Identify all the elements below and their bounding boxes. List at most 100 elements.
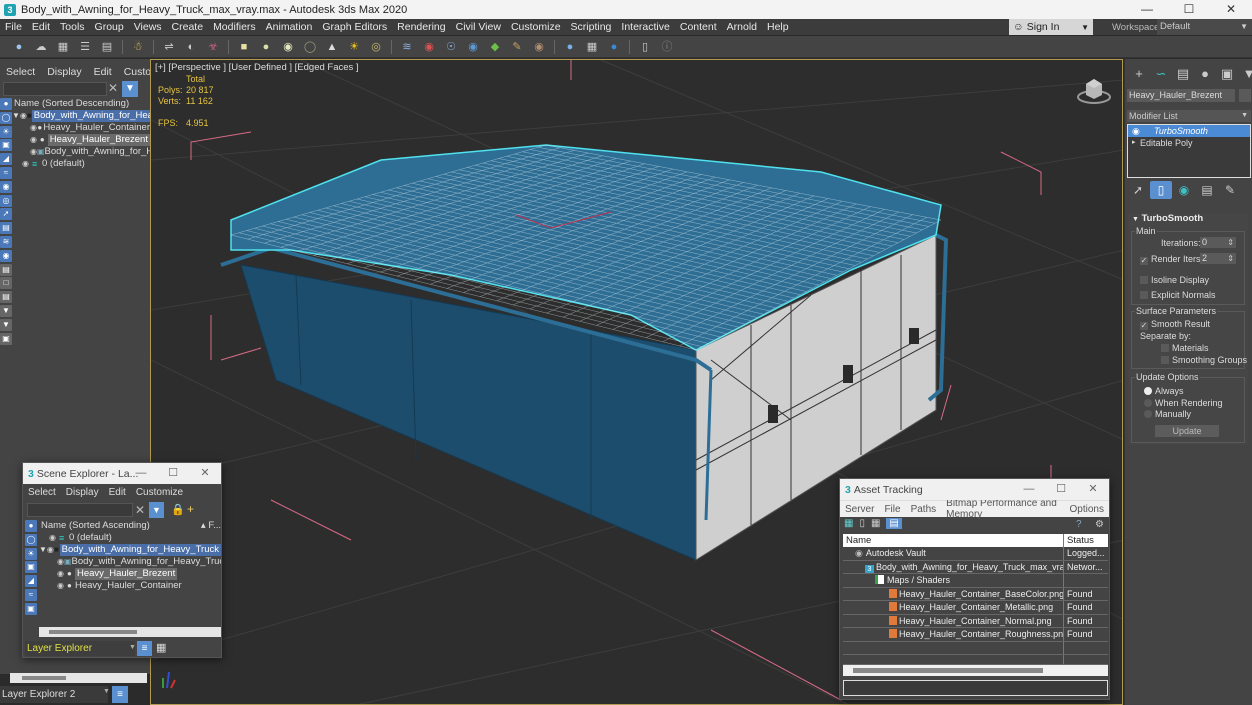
curve-editor-icon[interactable]: ≋	[399, 40, 415, 54]
menu-rendering[interactable]: Rendering	[392, 21, 450, 33]
asset-tracking-titlebar[interactable]: 3 Asset Tracking — ☐ ✕	[840, 479, 1109, 500]
groups-filter-icon[interactable]: ◉	[0, 180, 12, 193]
display-all-icon[interactable]: ▤	[0, 263, 12, 276]
eye-icon[interactable]: ◉	[57, 556, 64, 568]
viewcube-icon[interactable]	[1076, 76, 1112, 106]
smooth-result-checkbox[interactable]: ✓ Smooth Result	[1140, 319, 1210, 330]
scrollbar-thumb[interactable]	[853, 668, 1043, 673]
menu-file[interactable]: File	[0, 21, 27, 33]
modify-icon[interactable]: ∽	[1150, 66, 1172, 82]
menu-interactive[interactable]: Interactive	[616, 21, 674, 33]
sign-in-dropdown[interactable]: ☺ Sign In ▼	[1009, 19, 1093, 35]
render-iters-checkbox[interactable]: ✓ Render Iters:	[1140, 254, 1203, 265]
tree-header[interactable]: Name (Sorted Ascending) ▴ F...	[39, 520, 221, 532]
minimize-button[interactable]: —	[1126, 0, 1168, 19]
teapot-render-icon[interactable]: ●	[562, 40, 578, 54]
helpers-filter-icon[interactable]: ◢	[0, 153, 12, 166]
scrollbar-thumb[interactable]	[49, 630, 137, 634]
left-menu-select[interactable]: Select	[0, 66, 41, 78]
invert-display-icon[interactable]: ▤	[0, 291, 12, 304]
eye-icon[interactable]: ◉	[22, 158, 32, 170]
xrefs-filter-icon[interactable]: ◎	[0, 194, 12, 207]
display-none-icon[interactable]: □	[0, 277, 12, 290]
materials-checkbox[interactable]: Materials	[1161, 343, 1209, 353]
schematic-view-icon[interactable]: ◉	[421, 40, 437, 54]
add-layer-icon[interactable]: +	[187, 502, 194, 516]
eye-icon[interactable]: ◉	[30, 146, 37, 158]
containers-filter-icon[interactable]: ▤	[0, 222, 12, 235]
sync-selection-icon[interactable]: ▣	[0, 332, 12, 345]
tree-row[interactable]: ◉ ● Heavy_Hauler_Container	[39, 580, 221, 592]
workspaces-dropdown[interactable]: Default ▼	[1157, 19, 1252, 35]
list-view-icon[interactable]: ▯	[859, 518, 865, 529]
stack-item-turbosmooth[interactable]: ◉ TurboSmooth	[1128, 125, 1250, 137]
display-icon[interactable]: ▣	[1216, 66, 1238, 82]
layers-icon[interactable]: ≡	[137, 641, 152, 656]
menu-scripting[interactable]: Scripting	[566, 21, 617, 33]
frozen-filter-icon[interactable]: ◉	[0, 249, 12, 262]
always-radio[interactable]: Always	[1144, 386, 1184, 396]
table-view-icon[interactable]: ▦	[871, 518, 880, 529]
expand-arrow-icon[interactable]: ▼	[39, 544, 47, 556]
spacewarps-filter-icon[interactable]: ≈	[25, 588, 37, 601]
hierarchy-icon[interactable]: ▤	[1172, 66, 1194, 82]
object-name-field[interactable]: Heavy_Hauler_Brezent	[1127, 89, 1235, 102]
bones-filter-icon[interactable]: ➚	[0, 208, 12, 221]
tree-view-icon[interactable]: ▤	[886, 518, 902, 529]
settings-icon[interactable]: ⚙	[1095, 519, 1104, 530]
lights-filter-icon[interactable]: ☀	[0, 125, 12, 138]
menu-views[interactable]: Views	[129, 21, 167, 33]
viewport-layout-icon[interactable]: ▯	[637, 40, 653, 54]
menu-content[interactable]: Content	[675, 21, 722, 33]
table-row[interactable]: Maps / Shaders	[843, 574, 1108, 588]
render-setup-icon[interactable]: ◉	[465, 40, 481, 54]
geometry-filter-icon[interactable]: ●	[25, 520, 37, 532]
menu-customize[interactable]: Customize	[506, 21, 566, 33]
menu-help[interactable]: Help	[762, 21, 794, 33]
eye-icon[interactable]: ◉	[47, 544, 54, 556]
cameras-filter-icon[interactable]: ▣	[0, 139, 12, 152]
minimize-button[interactable]: —	[125, 463, 157, 484]
expand-arrow-icon[interactable]: ▸	[1132, 137, 1140, 149]
helpers-filter-icon[interactable]: ◢	[25, 575, 37, 588]
pin-stack-icon[interactable]: ➚	[1127, 181, 1149, 199]
box-icon[interactable]: ■	[236, 40, 252, 54]
left-menu-edit[interactable]: Edit	[88, 66, 118, 78]
menu-graph-editors[interactable]: Graph Editors	[317, 21, 392, 33]
eye-icon[interactable]: ◉	[30, 134, 40, 146]
render-frame-icon[interactable]: ◆	[487, 40, 503, 54]
select-object-icon[interactable]: ☃	[130, 40, 146, 54]
tree-row[interactable]: ◉ ▣ Body_with_Awning_for_Heavy_Truck	[39, 556, 221, 568]
scrollbar-thumb[interactable]	[22, 676, 66, 680]
show-end-result-icon[interactable]: ▯	[1150, 181, 1172, 199]
rollout-header[interactable]: ▼ TurboSmooth	[1128, 213, 1248, 225]
menu-bitmap-performance[interactable]: Bitmap Performance and Memory	[941, 498, 1064, 520]
shapes-filter-icon[interactable]: ◯	[0, 111, 12, 124]
tree-row[interactable]: ◉ ● Heavy_Hauler_Container	[12, 122, 150, 134]
tree-header[interactable]: Name (Sorted Descending)	[12, 98, 150, 110]
menu-display[interactable]: Display	[61, 487, 104, 498]
create-icon[interactable]: +	[1128, 66, 1150, 82]
eye-icon[interactable]: ◉	[57, 580, 67, 592]
table-row[interactable]: Heavy_Hauler_Container_Metallic.png Foun…	[843, 601, 1108, 615]
layer-manager-icon[interactable]: ▦	[55, 40, 71, 54]
minimize-button[interactable]: —	[1013, 479, 1045, 500]
filter-toggle-icon[interactable]: ▼	[0, 304, 12, 317]
refresh-icon[interactable]: ▦	[844, 518, 853, 529]
menu-paths[interactable]: Paths	[906, 504, 942, 515]
plane-icon[interactable]: ◎	[368, 40, 384, 54]
manually-radio[interactable]: Manually	[1144, 409, 1191, 419]
menu-group[interactable]: Group	[90, 21, 129, 33]
eye-icon[interactable]: ◉	[49, 532, 59, 544]
isoline-display-checkbox[interactable]: Isoline Display	[1140, 275, 1209, 285]
menu-civil-view[interactable]: Civil View	[451, 21, 506, 33]
help-icon[interactable]: ?	[1076, 519, 1082, 530]
cameras-filter-icon[interactable]: ▣	[25, 561, 37, 574]
table-row[interactable]: 3 Body_with_Awning_for_Heavy_Truck_max_vr…	[843, 560, 1108, 574]
render-icon[interactable]: ✎	[509, 40, 525, 54]
tree-row[interactable]: ◉ ▣ Body_with_Awning_for_Hea	[12, 146, 150, 158]
bind-spacewarp-icon[interactable]: ☣	[205, 40, 221, 54]
update-button[interactable]: Update	[1155, 425, 1219, 437]
particles-filter-icon[interactable]: ≋	[0, 235, 12, 248]
render-iterative-icon[interactable]: ◉	[531, 40, 547, 54]
